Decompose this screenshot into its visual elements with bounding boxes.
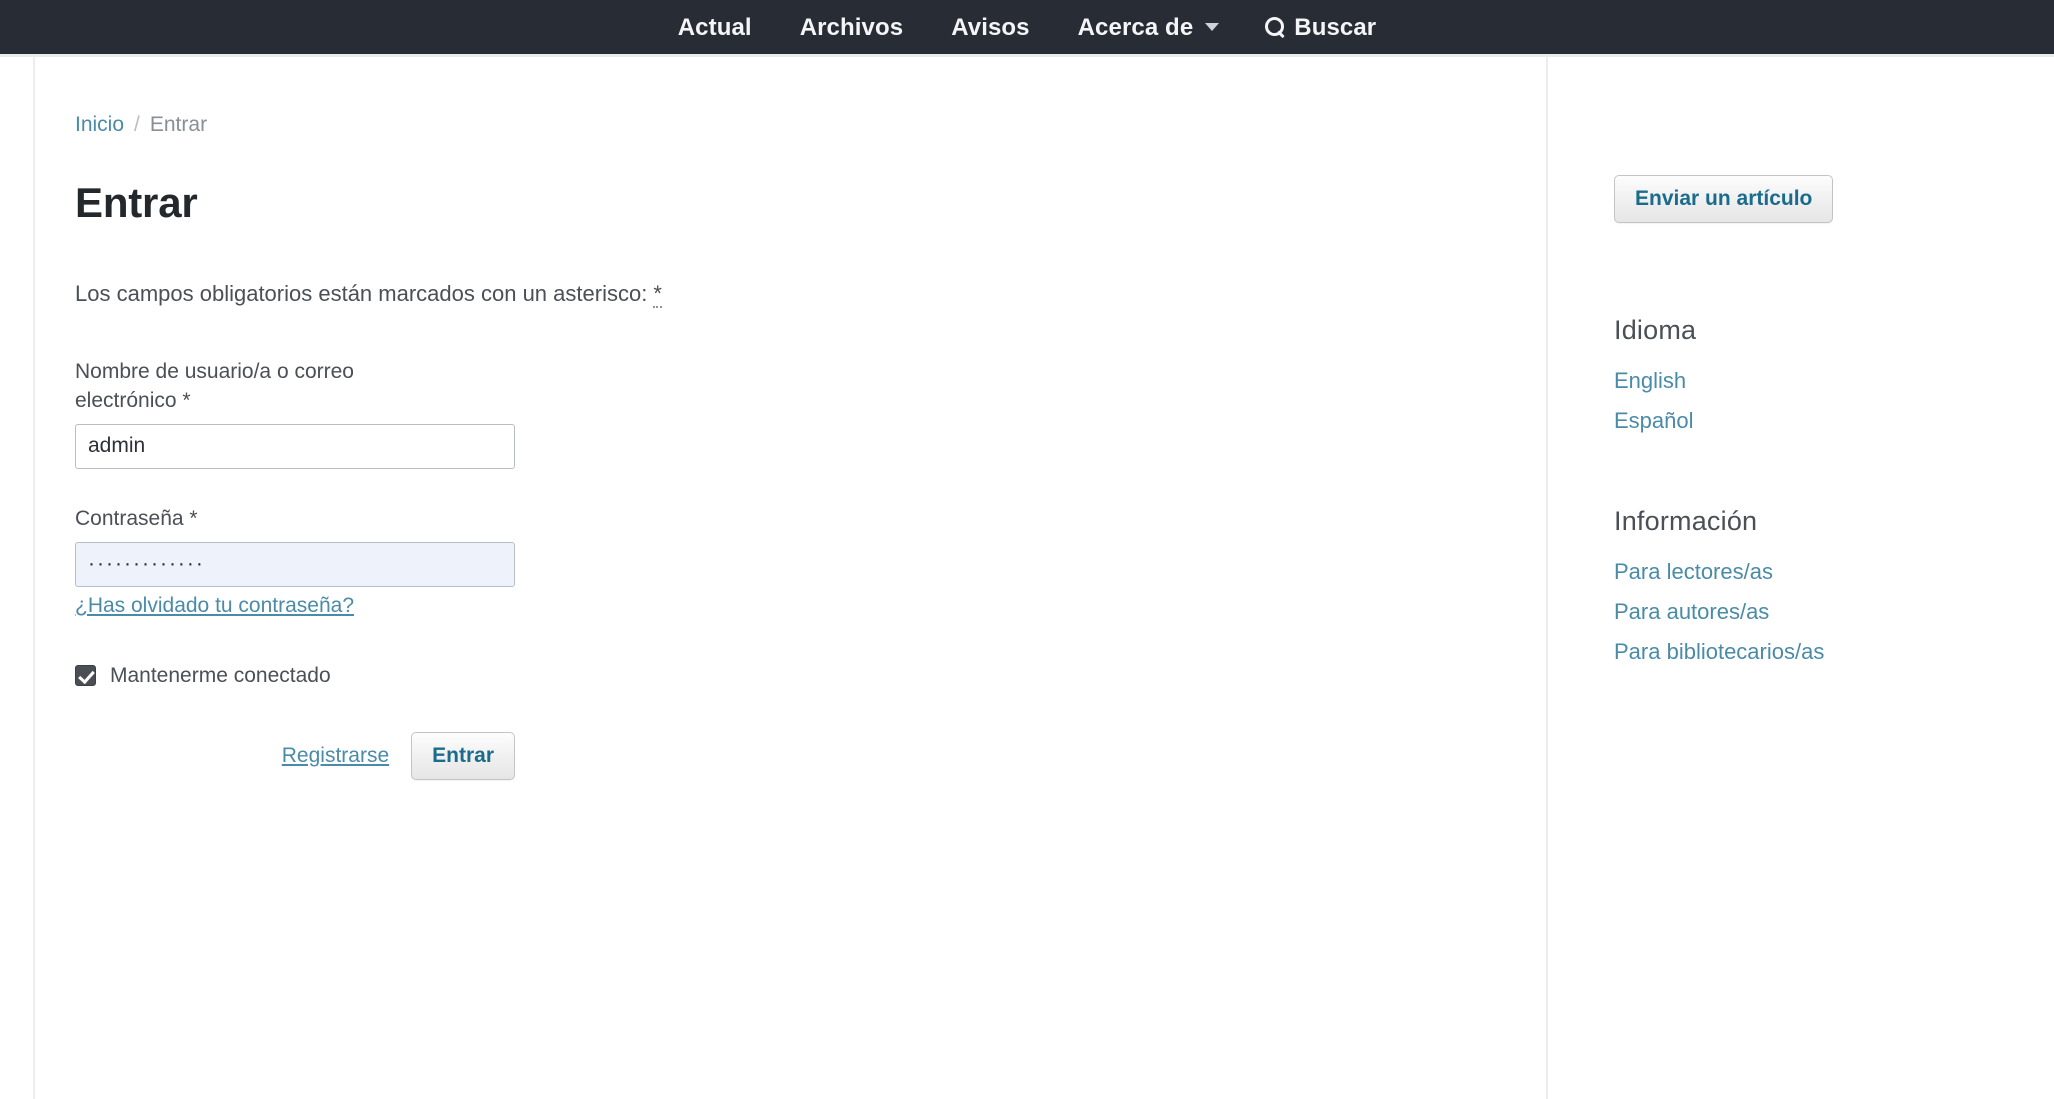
nav-item-actual[interactable]: Actual: [654, 0, 776, 56]
password-field-group: Contraseña * ¿Has olvidado tu contraseña…: [75, 505, 515, 618]
nav-item-acerca-de[interactable]: Acerca de: [1054, 0, 1244, 56]
nav-items: Actual Archivos Avisos Acerca de Buscar: [654, 0, 1401, 56]
login-submit-button[interactable]: Entrar: [411, 731, 515, 780]
language-link-english[interactable]: English: [1614, 368, 1686, 393]
register-link[interactable]: Registrarse: [282, 744, 389, 768]
page-title: Entrar: [75, 179, 198, 226]
list-item: Para lectores/as: [1614, 559, 2054, 585]
information-link-readers[interactable]: Para lectores/as: [1614, 559, 1773, 584]
breadcrumb-current: Entrar: [149, 113, 208, 136]
nav-item-label: Avisos: [951, 13, 1030, 41]
forgot-password-link[interactable]: ¿Has olvidado tu contraseña?: [75, 594, 354, 617]
required-fields-note: Los campos obligatorios están marcados c…: [75, 277, 1546, 310]
page-body: Inicio / Entrar Entrar Los campos obliga…: [0, 57, 2054, 1099]
username-input[interactable]: [75, 423, 515, 469]
required-note-text: Los campos obligatorios están marcados c…: [75, 281, 654, 306]
sidebar-section-information: Información Para lectores/as Para autore…: [1614, 506, 2054, 665]
nav-item-label: Archivos: [799, 13, 904, 41]
password-input[interactable]: [75, 541, 515, 587]
information-link-librarians[interactable]: Para bibliotecarios/as: [1614, 639, 1824, 664]
nav-item-label: Buscar: [1294, 13, 1377, 41]
login-form: Nombre de usuario/a o correo electrónico…: [75, 358, 515, 780]
language-link-espanol[interactable]: Español: [1614, 408, 1694, 433]
information-list: Para lectores/as Para autores/as Para bi…: [1614, 559, 2054, 665]
list-item: Para autores/as: [1614, 599, 2054, 625]
sidebar-information-title: Información: [1614, 506, 1758, 536]
sidebar-language-title: Idioma: [1614, 315, 1697, 345]
sidebar: Enviar un artículo Idioma English Españo…: [1548, 57, 2054, 1099]
nav-item-label: Acerca de: [1077, 13, 1194, 41]
sidebar-section-language: Idioma English Español: [1614, 315, 2054, 434]
forgot-password-wrapper: ¿Has olvidado tu contraseña?: [75, 594, 515, 618]
search-icon: [1265, 17, 1285, 37]
submit-article-button[interactable]: Enviar un artículo: [1614, 175, 1834, 223]
list-item: Español: [1614, 408, 2054, 434]
list-item: English: [1614, 368, 2054, 394]
left-gutter: [0, 57, 35, 1099]
main-content: Inicio / Entrar Entrar Los campos obliga…: [35, 57, 1548, 1099]
list-item: Para bibliotecarios/as: [1614, 639, 2054, 665]
breadcrumb: Inicio / Entrar: [75, 113, 1546, 137]
information-link-authors[interactable]: Para autores/as: [1614, 599, 1769, 624]
chevron-down-icon: [1205, 23, 1220, 31]
breadcrumb-link-inicio[interactable]: Inicio: [75, 113, 124, 137]
username-field-group: Nombre de usuario/a o correo electrónico…: [75, 358, 515, 469]
main-navigation: Actual Archivos Avisos Acerca de Buscar: [0, 0, 2054, 57]
remember-me-row[interactable]: Mantenerme conectado: [75, 664, 515, 688]
password-label: Contraseña *: [75, 506, 198, 530]
language-list: English Español: [1614, 368, 2054, 434]
nav-item-label: Actual: [677, 13, 752, 41]
remember-me-checkbox[interactable]: [75, 665, 96, 687]
nav-item-avisos[interactable]: Avisos: [927, 0, 1053, 56]
nav-item-buscar[interactable]: Buscar: [1243, 0, 1400, 56]
form-actions: Registrarse Entrar: [75, 731, 515, 780]
breadcrumb-separator: /: [134, 113, 140, 136]
username-label: Nombre de usuario/a o correo electrónico…: [75, 360, 354, 412]
nav-item-archivos[interactable]: Archivos: [776, 0, 928, 56]
required-asterisk: *: [653, 281, 662, 308]
remember-me-label[interactable]: Mantenerme conectado: [110, 664, 331, 688]
